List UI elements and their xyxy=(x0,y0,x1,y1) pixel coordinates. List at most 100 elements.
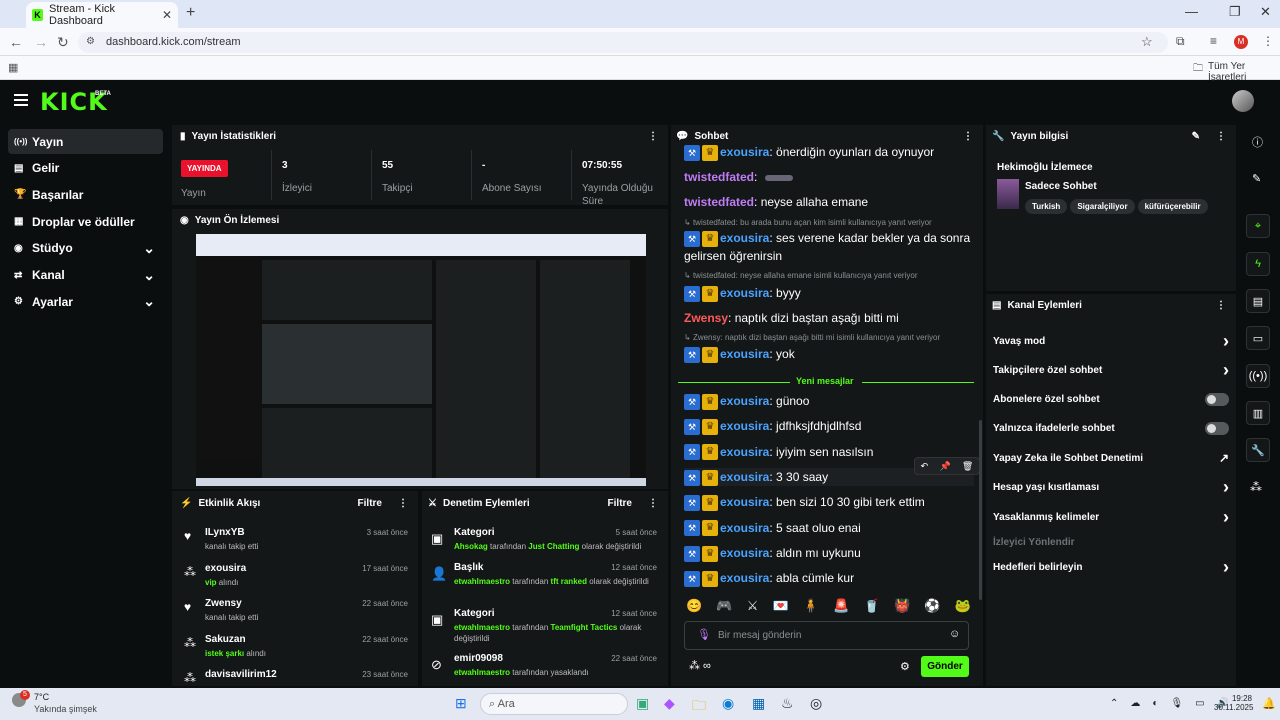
emote-icon[interactable]: ⚔ xyxy=(747,598,759,618)
emote-icon[interactable]: 🎮 xyxy=(716,598,732,618)
extensions-icon[interactable]: ⧉ xyxy=(1176,34,1185,49)
chat-message[interactable]: ⚒ ♛ exousira: abla cümle kur xyxy=(684,569,974,587)
sidebar-item-gift[interactable]: ▦ Droplar ve ödüller xyxy=(8,209,163,234)
channel-action-item[interactable]: Yavaş mod › xyxy=(993,331,1229,352)
media-icon[interactable]: ≡ xyxy=(1210,34,1217,48)
activity-username[interactable]: Zwensy xyxy=(205,598,242,609)
chat-username[interactable]: exousira xyxy=(720,495,769,509)
chat-username[interactable]: twistedfated xyxy=(684,195,754,209)
chat-scrollbar[interactable] xyxy=(979,420,982,600)
apps-icon[interactable]: ⁂ xyxy=(1250,480,1262,494)
chat-username[interactable]: exousira xyxy=(720,445,769,459)
bookmark-star-icon[interactable]: ☆ xyxy=(1141,34,1153,50)
url-input[interactable]: dashboard.kick.com/stream xyxy=(78,32,1168,53)
network-icon[interactable]: ☁ xyxy=(1130,698,1140,709)
bolt-icon[interactable]: ϟ xyxy=(1246,252,1270,276)
chevron-right-icon[interactable]: › xyxy=(1223,557,1229,578)
chevron-down-icon[interactable]: ⌄ xyxy=(143,267,155,284)
channel-action-item[interactable]: Yapay Zeka ile Sohbet Denetimi ↗ xyxy=(993,450,1229,466)
chat-message[interactable]: twistedfated: xyxy=(684,168,974,186)
info-icon[interactable]: ⓘ xyxy=(1252,134,1263,150)
pin-icon[interactable]: 📌 xyxy=(939,461,950,472)
steam-icon[interactable]: ♨ xyxy=(781,695,794,712)
profile-avatar[interactable]: M xyxy=(1234,35,1248,49)
site-info-icon[interactable]: ⚙ xyxy=(86,36,95,47)
moderation-more-icon[interactable]: ⋮ xyxy=(648,498,658,509)
sidebar-item-trophy[interactable]: 🏆 Başarılar xyxy=(8,182,163,207)
emoji-picker-icon[interactable]: ☺ xyxy=(949,628,960,640)
moderation-actor[interactable]: etwahlmaestro xyxy=(454,577,510,586)
reload-icon[interactable]: ↻ xyxy=(57,34,69,51)
windows-start-icon[interactable]: ⊞ xyxy=(455,695,467,712)
channel-action-item[interactable]: Yasaklanmış kelimeler › xyxy=(993,507,1229,528)
chrome-icon[interactable]: ◎ xyxy=(810,695,822,712)
channel-action-item[interactable]: Yalnızca ifadelerle sohbet xyxy=(993,420,1229,436)
chat-username[interactable]: exousira xyxy=(720,394,769,408)
display-icon[interactable]: ▭ xyxy=(1195,698,1204,709)
chevron-down-icon[interactable]: ⌄ xyxy=(143,293,155,310)
activity-username[interactable]: ILynxYB xyxy=(205,527,245,538)
edge-icon[interactable]: ◉ xyxy=(722,695,734,712)
notification-icon[interactable]: 🔔 xyxy=(1262,697,1276,710)
chat-username[interactable]: exousira xyxy=(720,286,769,300)
chat-username[interactable]: exousira xyxy=(720,231,769,245)
hamburger-menu-icon[interactable] xyxy=(14,94,28,109)
edit-icon[interactable]: ✎ xyxy=(1192,131,1200,142)
chat-message[interactable]: ⚒ ♛ exousira: önerdiğin oyunları da oynuyo… xyxy=(684,143,974,161)
panel-icon[interactable]: ▥ xyxy=(1246,401,1270,425)
chat-message[interactable]: ⚒ ♛ exousira: ses verene kadar bekler ya d… xyxy=(684,229,974,265)
chat-username[interactable]: exousira xyxy=(720,521,769,535)
store-icon[interactable]: ▦ xyxy=(752,695,765,712)
pencil-icon[interactable]: ✎ xyxy=(1252,172,1261,185)
mic-tray-icon[interactable]: 🎙 xyxy=(1170,698,1183,709)
tool-icon[interactable]: 🔧 xyxy=(1246,438,1270,462)
activity-username[interactable]: Sakuzan xyxy=(205,634,246,645)
chat-message[interactable]: Zwensy: naptık dizi baştan aşağı bitti m… xyxy=(684,309,974,327)
close-tab-icon[interactable]: ✕ xyxy=(162,8,172,22)
activity-username[interactable]: davisavilirim12 xyxy=(205,669,277,680)
chevron-right-icon[interactable]: › xyxy=(1223,477,1229,498)
stats-more-icon[interactable]: ⋮ xyxy=(648,131,658,142)
stream-preview-video[interactable] xyxy=(196,234,646,486)
chat-username[interactable]: exousira xyxy=(720,419,769,433)
toggle-switch[interactable] xyxy=(1205,392,1229,406)
activity-username[interactable]: exousira xyxy=(205,563,246,574)
chat-username[interactable]: exousira xyxy=(720,470,769,484)
emote-icon[interactable]: ⚽ xyxy=(924,598,940,618)
chat-bubble-icon[interactable]: ▭ xyxy=(1246,326,1270,350)
forward-icon[interactable]: → xyxy=(34,34,48,50)
external-link-icon[interactable]: ↗ xyxy=(1219,451,1229,465)
chat-message[interactable]: ⚒ ♛ exousira: günoo xyxy=(684,392,974,410)
channel-action-item[interactable]: Takipçilere özel sohbet › xyxy=(993,360,1229,380)
channel-action-item[interactable]: Hedefleri belirleyin › xyxy=(993,557,1229,578)
new-tab-icon[interactable]: + xyxy=(186,4,195,22)
sidebar-item-revenue[interactable]: ▤ Gelir xyxy=(8,156,163,181)
emote-icon[interactable]: 😊 xyxy=(686,598,702,618)
chat-message[interactable]: twistedfated: neyse allaha emane xyxy=(684,193,974,211)
channel-action-item[interactable]: Abonelere özel sohbet xyxy=(993,391,1229,407)
broadcast-icon[interactable]: ((•)) xyxy=(1246,364,1270,388)
chevron-right-icon[interactable]: › xyxy=(1223,331,1229,352)
chat-message[interactable]: ⚒ ♛ exousira: byyy xyxy=(684,284,974,302)
chevron-right-icon[interactable]: › xyxy=(1223,507,1229,528)
browser-menu-icon[interactable]: ⋮ xyxy=(1262,34,1274,48)
sidebar-item-channel[interactable]: ⇄ Kanal ⌄ xyxy=(8,263,163,288)
user-avatar[interactable] xyxy=(1232,90,1254,112)
channel-action-item[interactable]: Hesap yaşı kısıtlaması › xyxy=(993,477,1229,498)
chat-username[interactable]: exousira xyxy=(720,546,769,560)
task-view-icon[interactable]: ▣ xyxy=(636,695,649,712)
chat-username[interactable]: Zwensy xyxy=(684,311,728,325)
close-window-icon[interactable]: ✕ xyxy=(1260,4,1271,20)
emote-icon[interactable]: 🧍 xyxy=(803,598,819,618)
minimize-icon[interactable]: — xyxy=(1185,4,1198,19)
chat-username[interactable]: exousira xyxy=(720,571,769,585)
stream-tag[interactable]: küfürüçerebilir xyxy=(1137,199,1208,214)
stream-tag[interactable]: Turkish xyxy=(1025,199,1068,214)
activity-more-icon[interactable]: ⋮ xyxy=(398,498,408,509)
moderation-actor[interactable]: etwahlmaestro xyxy=(454,623,510,632)
stream-tag[interactable]: Sigaraİçiliyor xyxy=(1070,199,1135,214)
back-icon[interactable]: ← xyxy=(9,34,23,50)
mic-icon[interactable]: 🎙 xyxy=(697,628,711,641)
send-button[interactable]: Gönder xyxy=(921,656,969,677)
channel-actions-more-icon[interactable]: ⋮ xyxy=(1216,300,1226,311)
